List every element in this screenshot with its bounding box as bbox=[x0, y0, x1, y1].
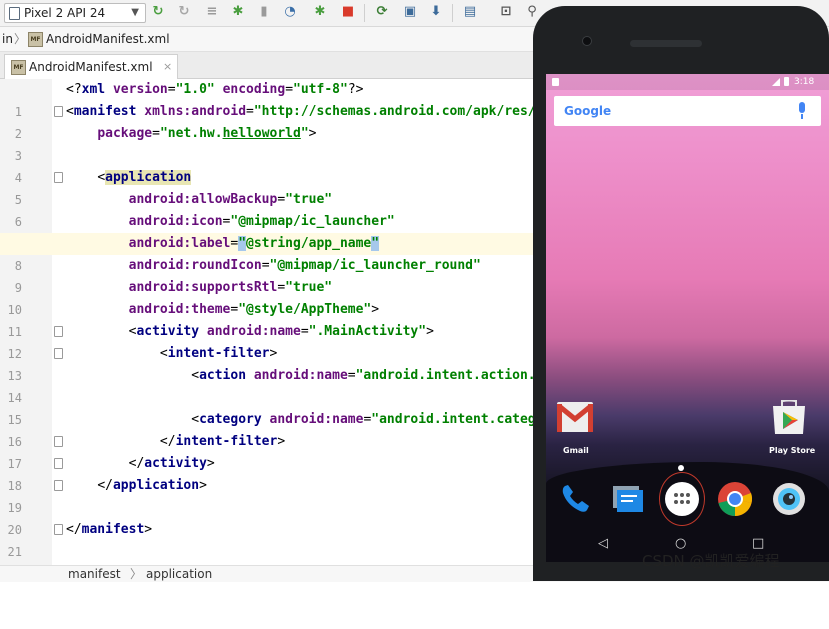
google-logo: Google bbox=[564, 104, 612, 118]
breadcrumb-separator: 〉 bbox=[14, 32, 27, 46]
chrome-icon[interactable] bbox=[716, 480, 754, 518]
app-label-gmail: Gmail bbox=[563, 446, 589, 455]
tab-label: AndroidManifest.xml bbox=[29, 60, 153, 74]
fold-marker-icon[interactable] bbox=[54, 436, 63, 447]
gmail-icon[interactable] bbox=[557, 402, 593, 432]
avd-manager-icon[interactable]: ▣ bbox=[402, 4, 418, 20]
earpiece-speaker bbox=[630, 40, 702, 47]
camera-icon[interactable] bbox=[770, 480, 808, 518]
android-status-bar: 3:18 bbox=[546, 74, 829, 90]
manifest-file-icon: MF bbox=[11, 60, 26, 75]
search-icon[interactable]: ⚲ bbox=[524, 4, 540, 20]
messages-icon[interactable] bbox=[608, 480, 646, 518]
profile-icon[interactable]: ◔ bbox=[282, 4, 298, 20]
layout-inspector-icon[interactable]: ⊡ bbox=[498, 4, 514, 20]
debug-bug-icon[interactable]: ✱ bbox=[312, 4, 328, 20]
notification-icon bbox=[552, 78, 559, 86]
status-crumb-manifest[interactable]: manifest bbox=[68, 566, 121, 582]
stop-icon[interactable]: ■ bbox=[340, 4, 356, 20]
fold-marker-icon[interactable] bbox=[54, 458, 63, 469]
run-config-icon[interactable]: ≡ bbox=[204, 4, 220, 20]
fold-marker-icon[interactable] bbox=[54, 106, 63, 117]
project-structure-icon[interactable]: ▤ bbox=[462, 4, 478, 20]
apply-code-changes-icon[interactable]: ↻ bbox=[176, 4, 192, 20]
fold-marker-icon[interactable] bbox=[54, 172, 63, 183]
recents-button[interactable]: □ bbox=[752, 536, 764, 552]
line-number: 21 bbox=[7, 545, 22, 559]
manifest-file-icon: MF bbox=[28, 32, 43, 47]
fold-marker-icon[interactable] bbox=[54, 524, 63, 535]
device-selector[interactable]: Pixel 2 API 24 ▼ bbox=[4, 3, 146, 23]
app-label-play-store: Play Store bbox=[769, 446, 816, 455]
annotation-circle bbox=[659, 472, 705, 526]
fold-marker-icon[interactable] bbox=[54, 480, 63, 491]
close-icon[interactable]: × bbox=[163, 55, 172, 79]
fold-marker-icon[interactable] bbox=[54, 326, 63, 337]
phone-icon bbox=[9, 7, 20, 20]
clock: 3:18 bbox=[794, 77, 815, 87]
device-selector-label: Pixel 2 API 24 bbox=[24, 6, 106, 20]
toolbar-separator bbox=[452, 4, 453, 22]
status-crumb-application[interactable]: application bbox=[146, 566, 212, 582]
fold-marker-icon[interactable] bbox=[54, 348, 63, 359]
home-button[interactable]: ○ bbox=[675, 536, 686, 552]
attach-debugger-icon[interactable]: ▮ bbox=[256, 4, 272, 20]
debug-icon[interactable]: ✱ bbox=[230, 4, 246, 20]
microphone-stand bbox=[801, 114, 803, 119]
microphone-icon[interactable] bbox=[799, 102, 805, 113]
status-crumb-separator: 〉 bbox=[130, 567, 143, 581]
apply-changes-icon[interactable]: ↻ bbox=[150, 4, 166, 20]
back-button[interactable]: ◁ bbox=[598, 536, 608, 552]
battery-icon bbox=[784, 77, 789, 86]
chevron-down-icon: ▼ bbox=[131, 7, 139, 18]
emulator-screen[interactable]: 3:18 Google Gmail Play Store ◁ ○ □ bbox=[546, 74, 829, 562]
sync-gradle-icon[interactable]: ⟳ bbox=[374, 4, 390, 20]
breadcrumb-root[interactable]: in bbox=[2, 27, 13, 51]
page-indicator-dot bbox=[678, 465, 684, 471]
play-store-icon[interactable] bbox=[770, 400, 808, 434]
breadcrumb-file[interactable]: AndroidManifest.xml bbox=[46, 27, 170, 51]
google-search-widget[interactable]: Google bbox=[554, 96, 821, 126]
tab-androidmanifest[interactable]: MF AndroidManifest.xml × bbox=[4, 54, 178, 79]
toolbar-separator bbox=[364, 4, 365, 22]
signal-icon bbox=[772, 78, 780, 86]
watermark: CSDN @凯凯爱编程 bbox=[642, 552, 780, 570]
front-camera bbox=[582, 36, 592, 46]
phone-icon[interactable] bbox=[556, 480, 594, 518]
sdk-manager-icon[interactable]: ⬇ bbox=[428, 4, 444, 20]
